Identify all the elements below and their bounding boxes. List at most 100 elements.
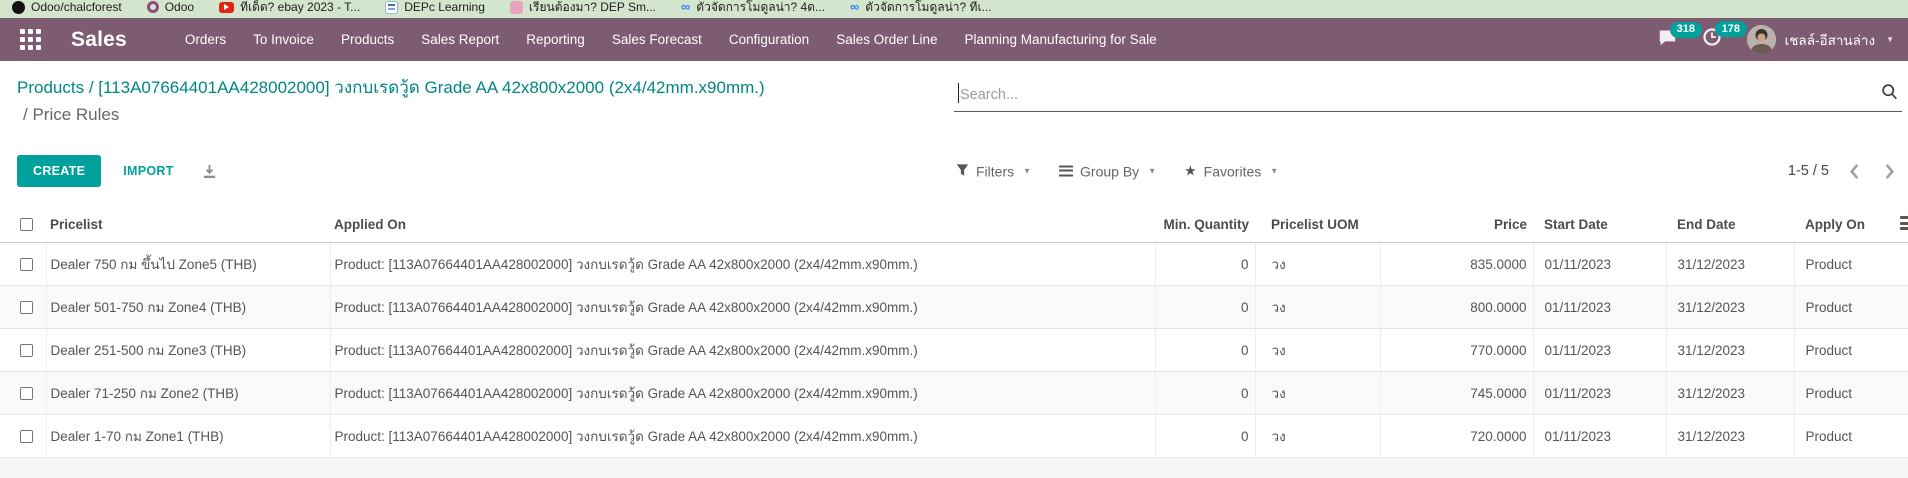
cell-uom[interactable]: วง <box>1255 329 1380 372</box>
select-all-checkbox[interactable] <box>20 218 33 231</box>
cell-min-qty[interactable]: 0 <box>1155 329 1255 372</box>
cell-applied-on[interactable]: Product: [113A07664401AA428002000] วงกบเ… <box>330 329 1155 372</box>
search-input[interactable] <box>954 74 1902 111</box>
cell-start-date[interactable]: 01/11/2023 <box>1533 243 1666 286</box>
table-row[interactable]: Dealer 750 กม ขึ้นไป Zone5 (THB) Product… <box>0 243 1908 286</box>
header-min-quantity[interactable]: Min. Quantity <box>1155 207 1255 243</box>
user-menu[interactable]: เชลล์-อีสานล่าง ▼ <box>1747 25 1894 54</box>
bookmark-item[interactable]: ทีเด็ด? ebay 2023 - T... <box>219 0 360 17</box>
cell-end-date[interactable]: 31/12/2023 <box>1666 372 1794 415</box>
messages-button[interactable]: 318 <box>1658 29 1677 51</box>
bookmark-item[interactable]: ∞ตัวจัดการโมดูลน่า? ที่เ... <box>850 0 992 17</box>
header-start-date[interactable]: Start Date <box>1533 207 1666 243</box>
table-row[interactable]: Dealer 1-70 กม Zone1 (THB) Product: [113… <box>0 415 1908 458</box>
bookmark-item[interactable]: เรียนต้องมา? DEP Sm... <box>510 0 656 17</box>
browser-bookmarks-bar: Odoo/chalcforest Odoo ทีเด็ด? ebay 2023 … <box>0 0 1908 18</box>
cell-applied-on[interactable]: Product: [113A07664401AA428002000] วงกบเ… <box>330 415 1155 458</box>
search-icon[interactable] <box>1881 83 1898 105</box>
select-all-cell <box>0 207 46 243</box>
header-pricelist[interactable]: Pricelist <box>46 207 330 243</box>
row-checkbox[interactable] <box>20 301 33 314</box>
table-row[interactable]: Dealer 71-250 กม Zone2 (THB) Product: [1… <box>0 372 1908 415</box>
optional-columns-icon[interactable] <box>1900 216 1908 232</box>
cell-min-qty[interactable]: 0 <box>1155 286 1255 329</box>
app-name[interactable]: Sales <box>71 28 127 52</box>
pager-next-button[interactable] <box>1884 164 1895 179</box>
menu-to-invoice[interactable]: To Invoice <box>253 32 314 47</box>
bookmark-label: Odoo <box>165 0 194 14</box>
menu-planning-manufacturing[interactable]: Planning Manufacturing for Sale <box>965 32 1157 47</box>
cell-pricelist[interactable]: Dealer 750 กม ขึ้นไป Zone5 (THB) <box>46 243 330 286</box>
bookmark-label: ทีเด็ด? ebay 2023 - T... <box>240 0 360 17</box>
cell-uom[interactable]: วง <box>1255 372 1380 415</box>
row-checkbox[interactable] <box>20 387 33 400</box>
menu-reporting[interactable]: Reporting <box>526 32 585 47</box>
cell-start-date[interactable]: 01/11/2023 <box>1533 286 1666 329</box>
cell-pricelist[interactable]: Dealer 501-750 กม Zone4 (THB) <box>46 286 330 329</box>
apps-menu-icon[interactable] <box>20 29 41 50</box>
cell-uom[interactable]: วง <box>1255 286 1380 329</box>
cell-price[interactable]: 770.0000 <box>1380 329 1533 372</box>
header-end-date[interactable]: End Date <box>1666 207 1794 243</box>
bookmark-item[interactable]: DEPc Learning <box>385 0 485 14</box>
favorites-button[interactable]: ★ Favorites ▼ <box>1184 163 1278 180</box>
header-apply-on[interactable]: Apply On <box>1794 207 1908 243</box>
cell-price[interactable]: 720.0000 <box>1380 415 1533 458</box>
cell-end-date[interactable]: 31/12/2023 <box>1666 286 1794 329</box>
cell-end-date[interactable]: 31/12/2023 <box>1666 243 1794 286</box>
cell-apply-on[interactable]: Product <box>1794 243 1908 286</box>
cell-end-date[interactable]: 31/12/2023 <box>1666 329 1794 372</box>
filters-button[interactable]: Filters ▼ <box>956 163 1031 179</box>
cell-min-qty[interactable]: 0 <box>1155 372 1255 415</box>
row-checkbox[interactable] <box>20 430 33 443</box>
cell-price[interactable]: 800.0000 <box>1380 286 1533 329</box>
cell-min-qty[interactable]: 0 <box>1155 243 1255 286</box>
breadcrumb-product-link[interactable]: [113A07664401AA428002000] วงกบเรดวู้ด Gr… <box>98 78 764 97</box>
cell-apply-on[interactable]: Product <box>1794 415 1908 458</box>
menu-sales-order-line[interactable]: Sales Order Line <box>836 32 937 47</box>
cell-start-date[interactable]: 01/11/2023 <box>1533 329 1666 372</box>
cell-apply-on[interactable]: Product <box>1794 286 1908 329</box>
favorites-label: Favorites <box>1204 163 1262 179</box>
menu-sales-report[interactable]: Sales Report <box>421 32 499 47</box>
cell-start-date[interactable]: 01/11/2023 <box>1533 415 1666 458</box>
row-checkbox[interactable] <box>20 258 33 271</box>
bookmark-label: DEPc Learning <box>404 0 485 14</box>
row-checkbox[interactable] <box>20 344 33 357</box>
menu-orders[interactable]: Orders <box>185 32 226 47</box>
cell-applied-on[interactable]: Product: [113A07664401AA428002000] วงกบเ… <box>330 243 1155 286</box>
cell-pricelist[interactable]: Dealer 1-70 กม Zone1 (THB) <box>46 415 330 458</box>
table-row[interactable]: Dealer 501-750 กม Zone4 (THB) Product: [… <box>0 286 1908 329</box>
menu-configuration[interactable]: Configuration <box>729 32 809 47</box>
cell-price[interactable]: 835.0000 <box>1380 243 1533 286</box>
activities-button[interactable]: 178 <box>1703 28 1721 51</box>
cell-end-date[interactable]: 31/12/2023 <box>1666 415 1794 458</box>
cell-apply-on[interactable]: Product <box>1794 329 1908 372</box>
group-by-button[interactable]: Group By ▼ <box>1059 163 1156 179</box>
cell-pricelist[interactable]: Dealer 71-250 กม Zone2 (THB) <box>46 372 330 415</box>
create-button[interactable]: CREATE <box>17 155 101 187</box>
cell-uom[interactable]: วง <box>1255 243 1380 286</box>
export-icon[interactable] <box>202 164 217 179</box>
cell-min-qty[interactable]: 0 <box>1155 415 1255 458</box>
table-row[interactable]: Dealer 251-500 กม Zone3 (THB) Product: [… <box>0 329 1908 372</box>
cell-uom[interactable]: วง <box>1255 415 1380 458</box>
cell-applied-on[interactable]: Product: [113A07664401AA428002000] วงกบเ… <box>330 372 1155 415</box>
import-button[interactable]: IMPORT <box>123 164 173 178</box>
bookmark-item[interactable]: ∞ตัวจัดการโมดูลน่า? 4ด... <box>681 0 825 17</box>
pager-previous-button[interactable] <box>1849 164 1860 179</box>
header-price[interactable]: Price <box>1380 207 1533 243</box>
header-applied-on[interactable]: Applied On <box>330 207 1155 243</box>
bookmark-item[interactable]: Odoo/chalcforest <box>12 0 122 14</box>
main-menu: Orders To Invoice Products Sales Report … <box>185 32 1157 47</box>
menu-sales-forecast[interactable]: Sales Forecast <box>612 32 702 47</box>
cell-start-date[interactable]: 01/11/2023 <box>1533 372 1666 415</box>
header-pricelist-uom[interactable]: Pricelist UOM <box>1255 207 1380 243</box>
cell-apply-on[interactable]: Product <box>1794 372 1908 415</box>
menu-products[interactable]: Products <box>341 32 394 47</box>
cell-pricelist[interactable]: Dealer 251-500 กม Zone3 (THB) <box>46 329 330 372</box>
breadcrumb-products-link[interactable]: Products <box>17 78 84 97</box>
cell-applied-on[interactable]: Product: [113A07664401AA428002000] วงกบเ… <box>330 286 1155 329</box>
cell-price[interactable]: 745.0000 <box>1380 372 1533 415</box>
bookmark-item[interactable]: Odoo <box>147 0 194 14</box>
